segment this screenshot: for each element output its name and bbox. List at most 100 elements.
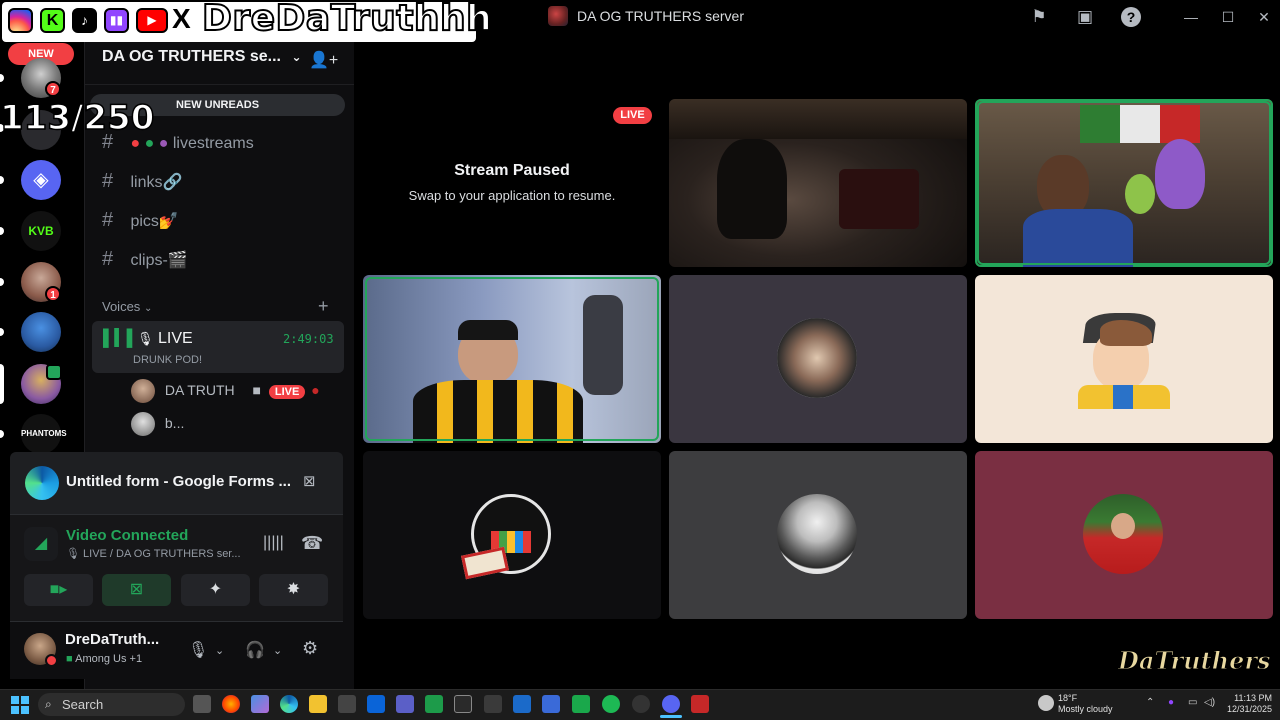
outlook-icon[interactable]: [367, 695, 385, 713]
activities-button[interactable]: ✦: [181, 574, 250, 606]
network-icon[interactable]: ▭: [1188, 697, 1197, 708]
chevron-down-icon[interactable]: ⌄: [273, 644, 282, 657]
divider: [84, 84, 354, 85]
task-view-icon[interactable]: [193, 695, 211, 713]
server-icon[interactable]: [21, 312, 61, 352]
obs-icon[interactable]: [632, 695, 650, 713]
connection-channel[interactable]: 🎙 LIVE / DA OG TRUTHERS ser...: [66, 547, 241, 560]
spotify-icon[interactable]: [602, 695, 620, 713]
help-icon[interactable]: ?: [1121, 7, 1141, 27]
kick-server-icon[interactable]: KVB: [21, 211, 61, 251]
file-explorer-icon[interactable]: [309, 695, 327, 713]
edge-icon[interactable]: [280, 695, 298, 713]
xbox-icon[interactable]: [425, 695, 443, 713]
microphone-icon[interactable]: 🎙: [188, 640, 208, 660]
discord-icon[interactable]: [662, 695, 680, 713]
voice-activity-icon: ▌▍▌: [103, 330, 138, 347]
weather-desc: Mostly cloudy: [1058, 704, 1113, 714]
headphones-icon[interactable]: 🎧: [245, 640, 265, 660]
weather-cloud-icon: [1038, 695, 1054, 711]
channel-label: pics💅: [130, 213, 179, 230]
server-icon: [548, 6, 568, 26]
channel-emoji-icon: ●: [158, 135, 169, 152]
voice-user[interactable]: b...: [131, 412, 184, 436]
connection-status[interactable]: Video Connected: [66, 527, 188, 544]
weather-widget[interactable]: 18°F Mostly cloudy: [1058, 693, 1113, 715]
minimize-icon[interactable]: —: [1177, 6, 1205, 28]
voice-user-name: DA TRUTH: [164, 381, 235, 398]
soundboard-button[interactable]: ✸: [259, 574, 328, 606]
invite-people-icon[interactable]: 👤+: [309, 50, 338, 70]
server-header[interactable]: DA OG TRUTHERS se... ⌄: [102, 48, 342, 72]
microphone-icon: 🎙: [137, 331, 154, 346]
voice-channel-name: 🎙 LIVE: [137, 330, 193, 348]
x-icon: X: [172, 3, 191, 34]
store-icon[interactable]: [338, 695, 356, 713]
avatar-tile[interactable]: [669, 275, 967, 443]
noise-suppression-icon[interactable]: |||||: [263, 534, 284, 552]
photos-icon[interactable]: [542, 695, 560, 713]
video-status-icon: [46, 364, 62, 380]
clock-date: 12/31/2025: [1226, 704, 1272, 714]
chevron-down-icon[interactable]: ⌄: [215, 644, 224, 657]
app-icon[interactable]: [691, 695, 709, 713]
app-icon[interactable]: [454, 695, 472, 713]
avatar-tile[interactable]: [669, 451, 967, 619]
game-icon: ■: [66, 653, 73, 665]
firefox-icon[interactable]: [222, 695, 240, 713]
webcam-tile-speaking[interactable]: [975, 99, 1273, 267]
selected-indicator: [0, 364, 4, 404]
activities-icon: ✦: [208, 581, 223, 598]
volume-icon[interactable]: ◁): [1204, 697, 1215, 708]
voice-timer: 2:49:03: [283, 332, 334, 346]
avatar-tile[interactable]: [975, 451, 1273, 619]
app-icon[interactable]: [484, 695, 502, 713]
add-channel-icon[interactable]: +: [318, 296, 329, 317]
screenshare-tile[interactable]: [363, 99, 661, 267]
connection-signal-icon[interactable]: ◢: [24, 527, 58, 561]
channel-links[interactable]: # links🔗: [102, 170, 182, 196]
watermark-logo: DaTruthers: [1118, 646, 1272, 676]
camera-button[interactable]: ■▸: [24, 574, 93, 606]
app-icon[interactable]: [572, 695, 590, 713]
avatar-tile[interactable]: [363, 451, 661, 619]
status-indicator: [45, 654, 58, 667]
user-activity-label: Among Us +1: [75, 653, 143, 665]
clock[interactable]: 11:13 PM 12/31/2025: [1222, 693, 1272, 715]
gear-icon[interactable]: ⚙: [302, 638, 318, 659]
channel-label: links🔗: [130, 174, 183, 191]
webcam-tile-speaking[interactable]: [363, 275, 661, 443]
inbox-icon[interactable]: ▣: [1074, 6, 1096, 28]
popout-title: Untitled form - Google Forms ...: [66, 473, 291, 490]
disconnect-icon[interactable]: ☎: [301, 533, 323, 554]
chevron-up-icon[interactable]: ⌃: [1146, 697, 1154, 708]
stop-stream-icon[interactable]: ⊠: [303, 472, 316, 490]
channel-clips[interactable]: # clips-🎬: [102, 248, 188, 274]
copilot-icon[interactable]: [251, 695, 269, 713]
voice-user-name: b...: [164, 414, 185, 431]
windows-start-button[interactable]: [11, 696, 29, 714]
close-icon[interactable]: ✕: [1250, 6, 1278, 28]
screenshare-button[interactable]: ⊠: [102, 574, 171, 606]
tray-app-icon[interactable]: ●: [1168, 697, 1174, 708]
user-name[interactable]: DreDaTruth...: [65, 631, 159, 648]
activity-icon: ●: [311, 381, 320, 398]
discord-server-icon[interactable]: ◈: [21, 160, 61, 200]
teams-icon[interactable]: [396, 695, 414, 713]
server-icon[interactable]: PHANTOMS: [21, 414, 67, 454]
webcam-tile[interactable]: [669, 99, 967, 267]
voices-category[interactable]: Voices ⌄: [102, 299, 152, 314]
live-badge: LIVE: [268, 384, 306, 399]
video-camera-icon: ■: [252, 381, 261, 398]
channel-label: clips-🎬: [130, 252, 188, 269]
microphone-icon: 🎙: [66, 548, 84, 560]
flag-icon[interactable]: ⚑: [1028, 6, 1050, 28]
avatar: [131, 412, 155, 436]
channel-pics[interactable]: # pics💅: [102, 209, 179, 235]
taskbar-search[interactable]: Search: [38, 693, 185, 716]
app-icon[interactable]: [513, 695, 531, 713]
avatar-tile[interactable]: [975, 275, 1273, 443]
maximize-icon[interactable]: ☐: [1214, 6, 1242, 28]
voice-user[interactable]: DA TRUTH ■ LIVE ●: [131, 379, 320, 403]
instagram-icon: [8, 8, 33, 33]
